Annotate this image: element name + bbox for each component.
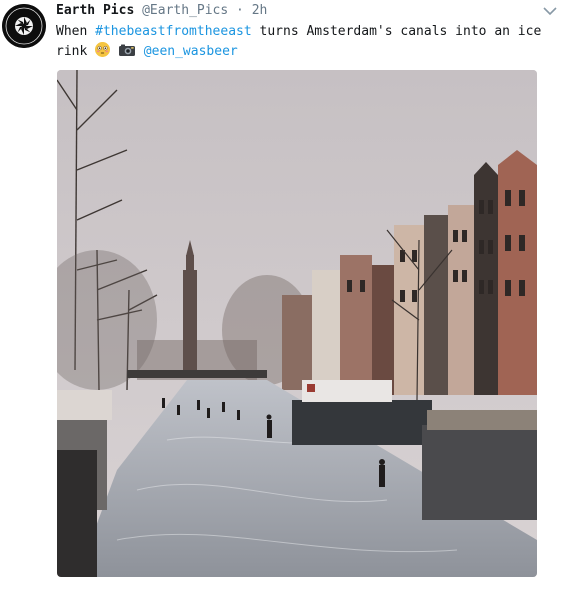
tweet-timestamp[interactable]: 2h <box>252 3 268 18</box>
avatar[interactable] <box>2 4 46 48</box>
mention-link[interactable]: @een_wasbeer <box>144 44 238 59</box>
author-name[interactable]: Earth Pics <box>56 3 134 18</box>
tweet: Earth Pics @Earth_Pics · 2h When #thebea… <box>0 0 565 592</box>
hashtag-link[interactable]: #thebeastfromtheeast <box>95 24 252 39</box>
tweet-header: Earth Pics @Earth_Pics · 2h <box>56 2 267 20</box>
separator-dot: · <box>236 3 244 18</box>
author-handle[interactable]: @Earth_Pics <box>142 3 228 18</box>
camera-flash-icon <box>118 44 135 56</box>
canal-photo <box>57 70 537 577</box>
tweet-photo[interactable] <box>57 70 537 577</box>
flushed-face-icon <box>95 42 111 57</box>
tweet-text-start: When <box>56 24 96 39</box>
earth-pics-logo-icon <box>2 4 46 48</box>
chevron-down-icon[interactable] <box>543 6 557 16</box>
tweet-text: When #thebeastfromtheeast turns Amsterda… <box>56 22 556 62</box>
